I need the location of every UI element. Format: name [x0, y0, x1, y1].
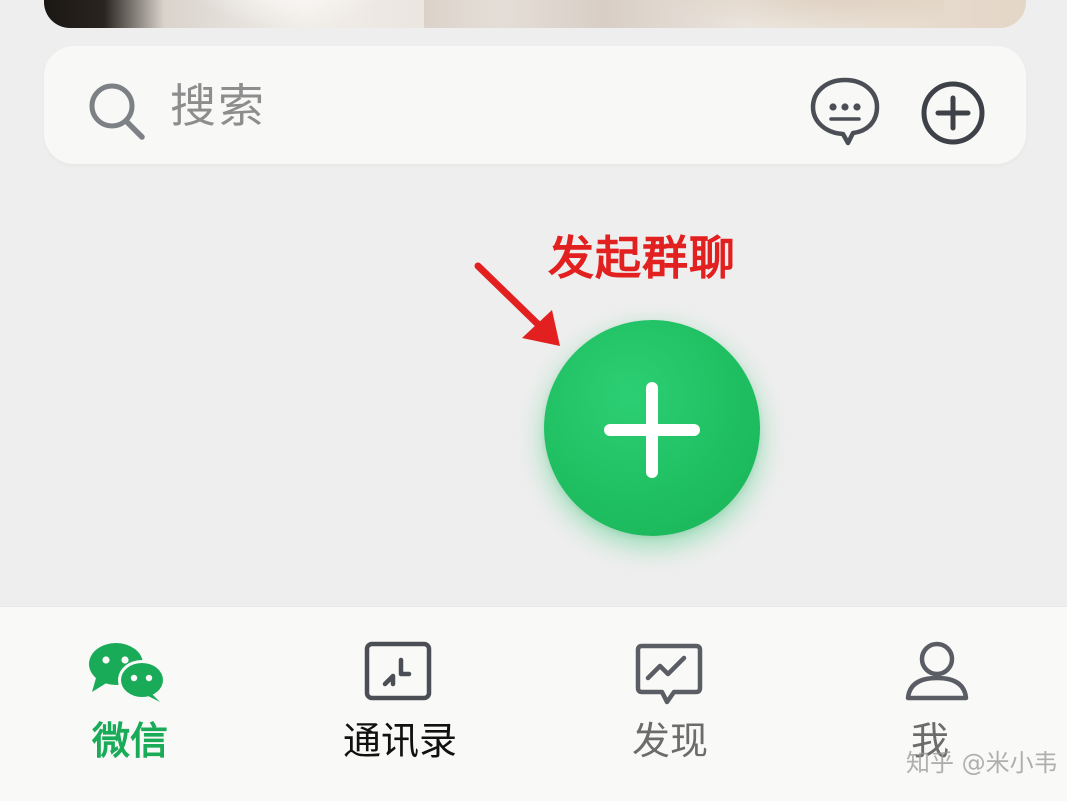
person-icon	[905, 641, 969, 701]
tab-weixin[interactable]: 微信	[60, 606, 200, 800]
tab-discover[interactable]: 发现	[600, 606, 740, 800]
add-circle-icon[interactable]	[918, 78, 988, 148]
tab-discover-label: 发现	[631, 719, 708, 763]
arrow-icon	[474, 262, 560, 346]
discover-icon	[635, 643, 703, 705]
tab-contacts[interactable]: 通讯录	[320, 606, 480, 800]
top-banner-image	[44, 0, 1026, 28]
tab-weixin-label: 微信	[91, 719, 168, 763]
contacts-icon	[364, 641, 432, 701]
chat-bubbles-icon	[89, 643, 166, 702]
tab-contacts-label: 通讯录	[342, 719, 457, 763]
message-icon[interactable]	[808, 76, 882, 146]
search-placeholder[interactable]: 搜索	[170, 74, 266, 138]
watermark: 知乎 @米小韦	[906, 749, 1058, 777]
search-icon	[89, 83, 145, 140]
plus-icon	[604, 382, 700, 478]
annotation-label: 发起群聊	[548, 231, 736, 285]
